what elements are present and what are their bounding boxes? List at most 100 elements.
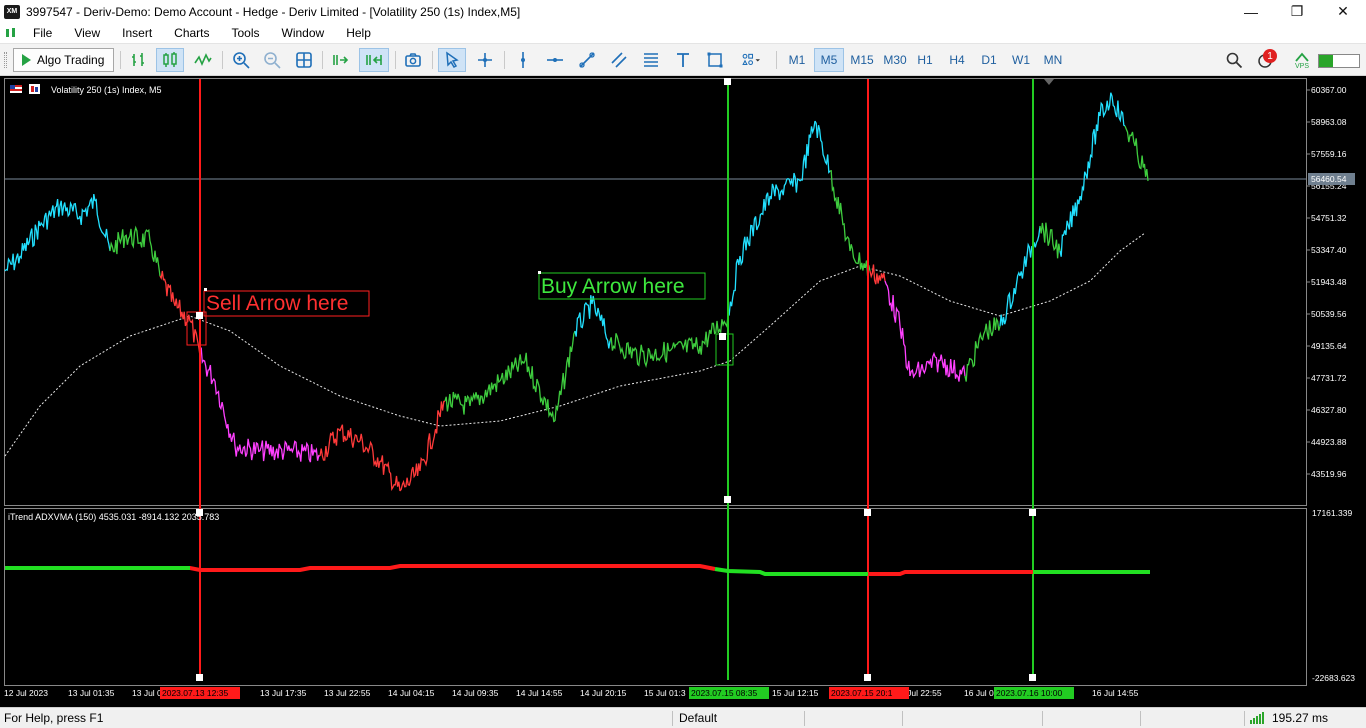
algo-trading-button[interactable]: Algo Trading bbox=[13, 48, 114, 72]
price-segment bbox=[814, 120, 831, 174]
line-handle[interactable] bbox=[1029, 674, 1036, 681]
price-segment bbox=[499, 354, 526, 385]
line-handle[interactable] bbox=[724, 78, 731, 85]
indicator-segment-down bbox=[868, 570, 1033, 576]
price-label: 58963.08 bbox=[1311, 117, 1347, 127]
timeframe-d1[interactable]: D1 bbox=[974, 48, 1004, 72]
timeframe-m5[interactable]: M5 bbox=[814, 48, 844, 72]
line-handle[interactable] bbox=[864, 674, 871, 681]
line-handle[interactable] bbox=[724, 496, 731, 503]
trend-line-icon[interactable] bbox=[574, 48, 600, 72]
close-button[interactable]: ✕ bbox=[1320, 0, 1366, 23]
tile-windows-icon[interactable] bbox=[291, 48, 317, 72]
crosshair-icon[interactable] bbox=[472, 48, 498, 72]
price-segment bbox=[1019, 225, 1041, 279]
price-segment bbox=[1111, 95, 1126, 127]
menu-charts[interactable]: Charts bbox=[163, 23, 220, 43]
toolbar-separator bbox=[776, 51, 777, 69]
toolbar-separator bbox=[222, 51, 223, 69]
buy-annotation-anchor[interactable] bbox=[538, 271, 541, 274]
line-handle[interactable] bbox=[1029, 509, 1036, 516]
status-separator bbox=[1244, 711, 1245, 726]
menu-tools[interactable]: Tools bbox=[221, 23, 271, 43]
candlestick-chart-icon[interactable] bbox=[156, 48, 184, 72]
window-title: 3997547 - Deriv-Demo: Demo Account - Hed… bbox=[26, 4, 521, 19]
vertical-lines bbox=[196, 78, 1054, 681]
screenshot-icon[interactable] bbox=[400, 48, 426, 72]
vline-time-tag-label: 2023.07.13 12:35 bbox=[162, 688, 228, 698]
price-segment bbox=[769, 172, 801, 201]
search-icon[interactable] bbox=[1222, 48, 1246, 72]
chart-shift-marker[interactable] bbox=[1044, 79, 1054, 85]
buy-annotation-text[interactable]: Buy Arrow here bbox=[541, 275, 685, 298]
vertical-line-icon[interactable] bbox=[510, 48, 536, 72]
price-label: 47731.72 bbox=[1311, 373, 1347, 383]
zoom-in-icon[interactable] bbox=[228, 48, 254, 72]
line-handle[interactable] bbox=[864, 509, 871, 516]
minimize-button[interactable]: — bbox=[1228, 0, 1274, 23]
price-segment bbox=[999, 271, 1021, 327]
timeframe-m30[interactable]: M30 bbox=[879, 48, 911, 72]
auto-scroll-icon[interactable] bbox=[328, 48, 354, 72]
price-segment bbox=[79, 193, 96, 225]
sell-annotation-text[interactable]: Sell Arrow here bbox=[206, 292, 348, 315]
menu-window[interactable]: Window bbox=[271, 23, 336, 43]
timeframe-h4[interactable]: H4 bbox=[942, 48, 972, 72]
restore-button[interactable]: ❐ bbox=[1274, 0, 1320, 23]
menu-bar: File View Insert Charts Tools Window Hel… bbox=[0, 23, 1366, 43]
timeframe-h1[interactable]: H1 bbox=[910, 48, 940, 72]
notifications-icon[interactable]: 1 bbox=[1252, 48, 1280, 72]
text-tool-icon[interactable] bbox=[670, 48, 696, 72]
chart-canvas[interactable]: Volatility 250 (1s) Index, M5 Sell Arrow… bbox=[0, 76, 1366, 707]
price-segment bbox=[289, 440, 321, 463]
price-segment bbox=[669, 336, 701, 354]
price-segment bbox=[909, 351, 941, 379]
sell-annotation-anchor[interactable] bbox=[204, 288, 207, 291]
play-icon bbox=[22, 54, 31, 66]
line-handle[interactable] bbox=[719, 333, 726, 340]
bar-chart-icon[interactable] bbox=[126, 48, 152, 72]
connection-meter bbox=[1318, 54, 1360, 68]
toolbar-separator bbox=[322, 51, 323, 69]
objects-menu-icon[interactable] bbox=[734, 48, 768, 72]
menu-view[interactable]: View bbox=[63, 23, 111, 43]
price-segment bbox=[419, 400, 446, 472]
cursor-icon[interactable] bbox=[438, 48, 466, 72]
chart-flag-icon bbox=[10, 85, 22, 93]
connection-signal-icon bbox=[1250, 712, 1264, 724]
toolbar-grip[interactable] bbox=[4, 52, 7, 68]
line-handle[interactable] bbox=[196, 312, 203, 319]
price-label: 60367.00 bbox=[1311, 85, 1347, 95]
horizontal-line-icon[interactable] bbox=[542, 48, 568, 72]
chart-shift-icon[interactable] bbox=[359, 48, 389, 72]
price-segment bbox=[727, 255, 741, 317]
fibonacci-icon[interactable] bbox=[638, 48, 664, 72]
price-label: 57559.16 bbox=[1311, 149, 1347, 159]
status-separator bbox=[672, 711, 673, 726]
channel-icon[interactable] bbox=[606, 48, 632, 72]
zoom-out-icon[interactable] bbox=[259, 48, 285, 72]
line-chart-icon[interactable] bbox=[190, 48, 216, 72]
timeframe-mn[interactable]: MN bbox=[1038, 48, 1068, 72]
timeframe-m15[interactable]: M15 bbox=[846, 48, 878, 72]
time-label: 16 Jul 14:55 bbox=[1092, 688, 1139, 698]
timeframe-m1[interactable]: M1 bbox=[782, 48, 812, 72]
vps-icon[interactable]: VPS bbox=[1290, 48, 1314, 72]
menu-help[interactable]: Help bbox=[335, 23, 382, 43]
price-segment bbox=[444, 391, 471, 415]
status-bar: For Help, press F1 Default 195.27 ms bbox=[0, 707, 1366, 728]
price-segment bbox=[4, 253, 21, 272]
app-logo-icon: XM bbox=[4, 4, 20, 19]
menu-file[interactable]: File bbox=[22, 23, 63, 43]
time-label: 13 Jul 01:35 bbox=[68, 688, 115, 698]
chart-window[interactable]: Volatility 250 (1s) Index, M5 Sell Arrow… bbox=[0, 76, 1366, 707]
time-label: 14 Jul 09:35 bbox=[452, 688, 499, 698]
chart-window-icon[interactable] bbox=[0, 23, 22, 43]
line-handle[interactable] bbox=[196, 674, 203, 681]
status-profile[interactable]: Default bbox=[679, 711, 717, 725]
timeframe-w1[interactable]: W1 bbox=[1006, 48, 1036, 72]
price-segment bbox=[899, 325, 911, 377]
price-segment bbox=[234, 438, 261, 461]
shapes-icon[interactable] bbox=[702, 48, 728, 72]
menu-insert[interactable]: Insert bbox=[111, 23, 163, 43]
